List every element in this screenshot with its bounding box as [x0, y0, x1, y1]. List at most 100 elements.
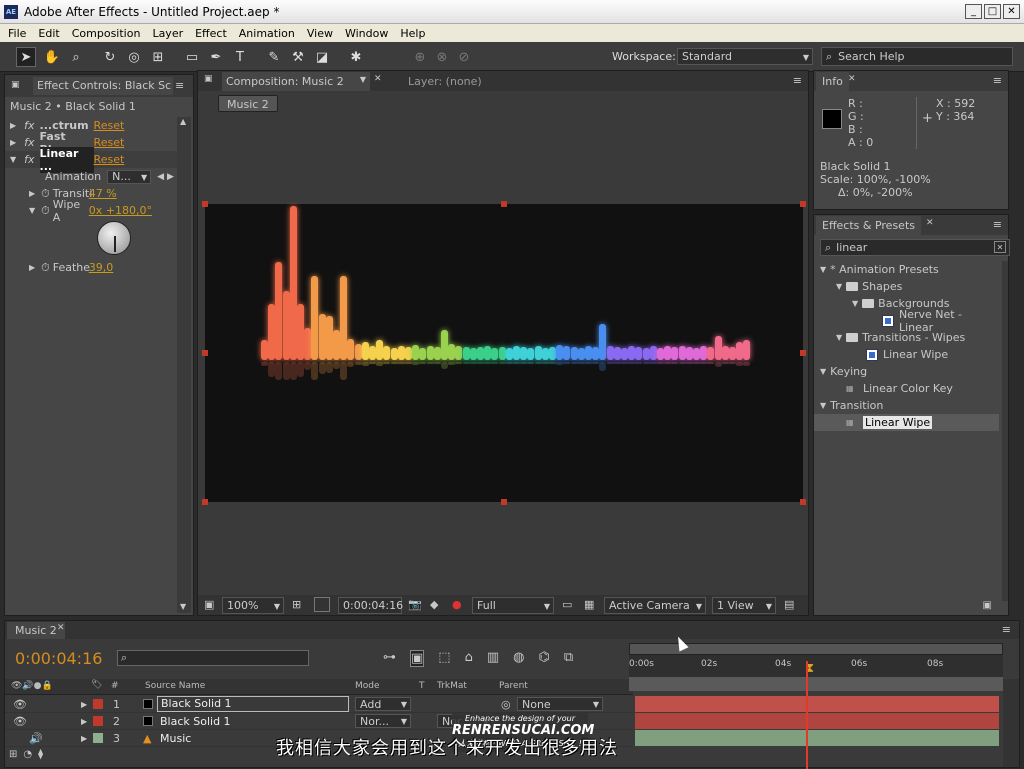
toggle-modes-icon[interactable]: ◔	[23, 749, 32, 760]
tab-effects-presets[interactable]: Effects & Presets	[816, 216, 921, 235]
panel-menu-icon[interactable]: ≡	[993, 74, 1002, 87]
fx-icon[interactable]: fx	[24, 119, 34, 132]
close-tab-icon[interactable]: ✕	[926, 218, 934, 228]
transform-handle[interactable]	[501, 499, 507, 505]
text-tool-icon[interactable]: T	[230, 47, 250, 67]
view-layout-dropdown[interactable]: 1 View ▼	[712, 597, 776, 614]
panel-menu-icon[interactable]: ≡	[1002, 623, 1011, 636]
collapse-triangle-icon[interactable]: ▼	[29, 206, 35, 215]
layer-name[interactable]: Black Solid 1	[160, 715, 231, 728]
prev-preset-icon[interactable]: ◀	[157, 172, 164, 182]
collapse-triangle-icon[interactable]: ▼	[820, 367, 826, 376]
search-help-input[interactable]: ⌕ Search Help	[821, 47, 1013, 66]
tab-effect-controls[interactable]: Effect Controls: Black Sc	[33, 77, 173, 95]
tree-item-keying[interactable]: ▼ Keying	[814, 363, 999, 380]
maximize-button[interactable]: □	[984, 4, 1001, 19]
frame-blending-icon[interactable]: ▥	[487, 650, 499, 667]
expand-triangle-icon[interactable]: ▶	[81, 717, 87, 726]
tree-item-linear-wipe-effect[interactable]: ▦ Linear Wipe	[814, 414, 999, 431]
label-color[interactable]	[93, 716, 103, 726]
minimize-button[interactable]: _	[965, 4, 982, 19]
puppet-tool-icon[interactable]: ✱	[346, 47, 366, 67]
eye-icon[interactable]: 👁	[13, 698, 27, 711]
show-snapshot-icon[interactable]: ◆	[430, 598, 438, 611]
rotate-tool-icon[interactable]: ↻	[100, 47, 120, 67]
rectangle-tool-icon[interactable]: ▭	[182, 47, 202, 67]
collapse-triangle-icon[interactable]: ▼	[820, 265, 826, 274]
workspace-dropdown[interactable]: Standard ▼	[677, 48, 813, 65]
layer-bar[interactable]	[635, 730, 999, 746]
layer-bar[interactable]	[635, 713, 999, 729]
transform-handle[interactable]	[202, 350, 208, 356]
draft-3d-icon[interactable]: ⬚	[438, 650, 450, 667]
collapse-triangle-icon[interactable]: ▼	[836, 282, 842, 291]
close-tab-icon[interactable]: ✕	[57, 623, 65, 633]
scroll-down-icon[interactable]: ▼	[177, 602, 186, 611]
mask-visibility-icon[interactable]	[314, 597, 330, 612]
scroll-up-icon[interactable]: ▲	[177, 117, 186, 126]
reset-link[interactable]: Reset	[94, 136, 125, 149]
transform-handle[interactable]	[202, 201, 208, 207]
expand-triangle-icon[interactable]: ▶	[10, 121, 16, 130]
hand-tool-icon[interactable]: ✋	[42, 47, 62, 67]
resolution-dropdown[interactable]: Full ▼	[472, 597, 554, 614]
tab-layer[interactable]: Layer: (none)	[408, 75, 482, 88]
label-color[interactable]	[93, 699, 103, 709]
scrollbar[interactable]: ▲ ▼	[177, 117, 191, 613]
layer-row[interactable]: 👁 ▶ 1 Black Solid 1 Add ▼ ◎ None ▼	[5, 696, 633, 713]
layer-name[interactable]: Black Solid 1	[157, 696, 349, 712]
panel-menu-icon[interactable]: ≡	[175, 79, 184, 92]
collapse-triangle-icon[interactable]: ▼	[10, 155, 16, 164]
axis-world-icon[interactable]: ⊗	[432, 47, 452, 67]
collapse-triangle-icon[interactable]: ▼	[836, 333, 842, 342]
layer-bar[interactable]	[635, 696, 999, 712]
menu-effect[interactable]: Effect	[195, 27, 227, 40]
motion-blur-icon[interactable]: ◍	[513, 650, 524, 667]
prop-value[interactable]: 0x +180,0°	[89, 204, 152, 217]
menu-help[interactable]: Help	[400, 27, 425, 40]
zoom-dropdown[interactable]: 100% ▼	[222, 597, 284, 614]
stopwatch-icon[interactable]: ⏱	[41, 204, 50, 218]
blend-mode-dropdown[interactable]: Add ▼	[355, 697, 411, 711]
tree-item-transition[interactable]: ▼ Transition	[814, 397, 999, 414]
collapse-triangle-icon[interactable]: ▼	[852, 299, 858, 308]
menu-window[interactable]: Window	[345, 27, 388, 40]
toggle-pixel-aspect-icon[interactable]: ▤	[784, 598, 794, 611]
expand-triangle-icon[interactable]: ▶	[81, 700, 87, 709]
eraser-tool-icon[interactable]: ◪	[312, 47, 332, 67]
tab-composition[interactable]: Composition: Music 2 ▼	[222, 72, 370, 91]
brush-tool-icon[interactable]: ✎	[264, 47, 284, 67]
close-tab-icon[interactable]: ✕	[374, 74, 382, 84]
expand-triangle-icon[interactable]: ▶	[81, 734, 87, 743]
close-tab-icon[interactable]: ✕	[848, 74, 856, 84]
menu-edit[interactable]: Edit	[38, 27, 59, 40]
pan-behind-tool-icon[interactable]: ⊞	[148, 47, 168, 67]
next-preset-icon[interactable]: ▶	[167, 172, 174, 182]
close-button[interactable]: ✕	[1003, 4, 1020, 19]
transform-handle[interactable]	[800, 350, 806, 356]
pick-whip-icon[interactable]: ◎	[501, 698, 511, 711]
transform-handle[interactable]	[800, 499, 806, 505]
title-safe-icon[interactable]: ⊞	[292, 598, 301, 611]
menu-layer[interactable]: Layer	[152, 27, 183, 40]
tree-item-linear-color-key[interactable]: ▦ Linear Color Key	[814, 380, 999, 397]
panel-menu-icon[interactable]: ≡	[993, 218, 1002, 231]
work-area-bar[interactable]	[629, 677, 1003, 691]
panel-menu-icon[interactable]: ≡	[793, 74, 802, 87]
composition-viewer[interactable]	[202, 201, 806, 505]
chevron-down-icon[interactable]: ▼	[360, 75, 366, 84]
lock-icon[interactable]: ▣	[204, 74, 213, 84]
audio-icon[interactable]: 🔊	[29, 732, 43, 745]
transform-handle[interactable]	[800, 201, 806, 207]
tree-item-animation-presets[interactable]: ▼ * Animation Presets	[814, 261, 999, 278]
graph-editor-icon[interactable]: ⧉	[564, 650, 573, 667]
camera-dropdown[interactable]: Active Camera ▼	[604, 597, 706, 614]
menu-composition[interactable]: Composition	[72, 27, 141, 40]
label-color[interactable]	[93, 733, 103, 743]
composition-mini-flowchart-icon[interactable]: ⊶	[383, 650, 396, 667]
expand-triangle-icon[interactable]: ▶	[10, 138, 16, 147]
clone-stamp-tool-icon[interactable]: ⚒	[288, 47, 308, 67]
reset-link[interactable]: Reset	[94, 153, 125, 166]
toggle-in-out-icon[interactable]: ⧫	[38, 749, 43, 760]
transform-handle[interactable]	[202, 499, 208, 505]
